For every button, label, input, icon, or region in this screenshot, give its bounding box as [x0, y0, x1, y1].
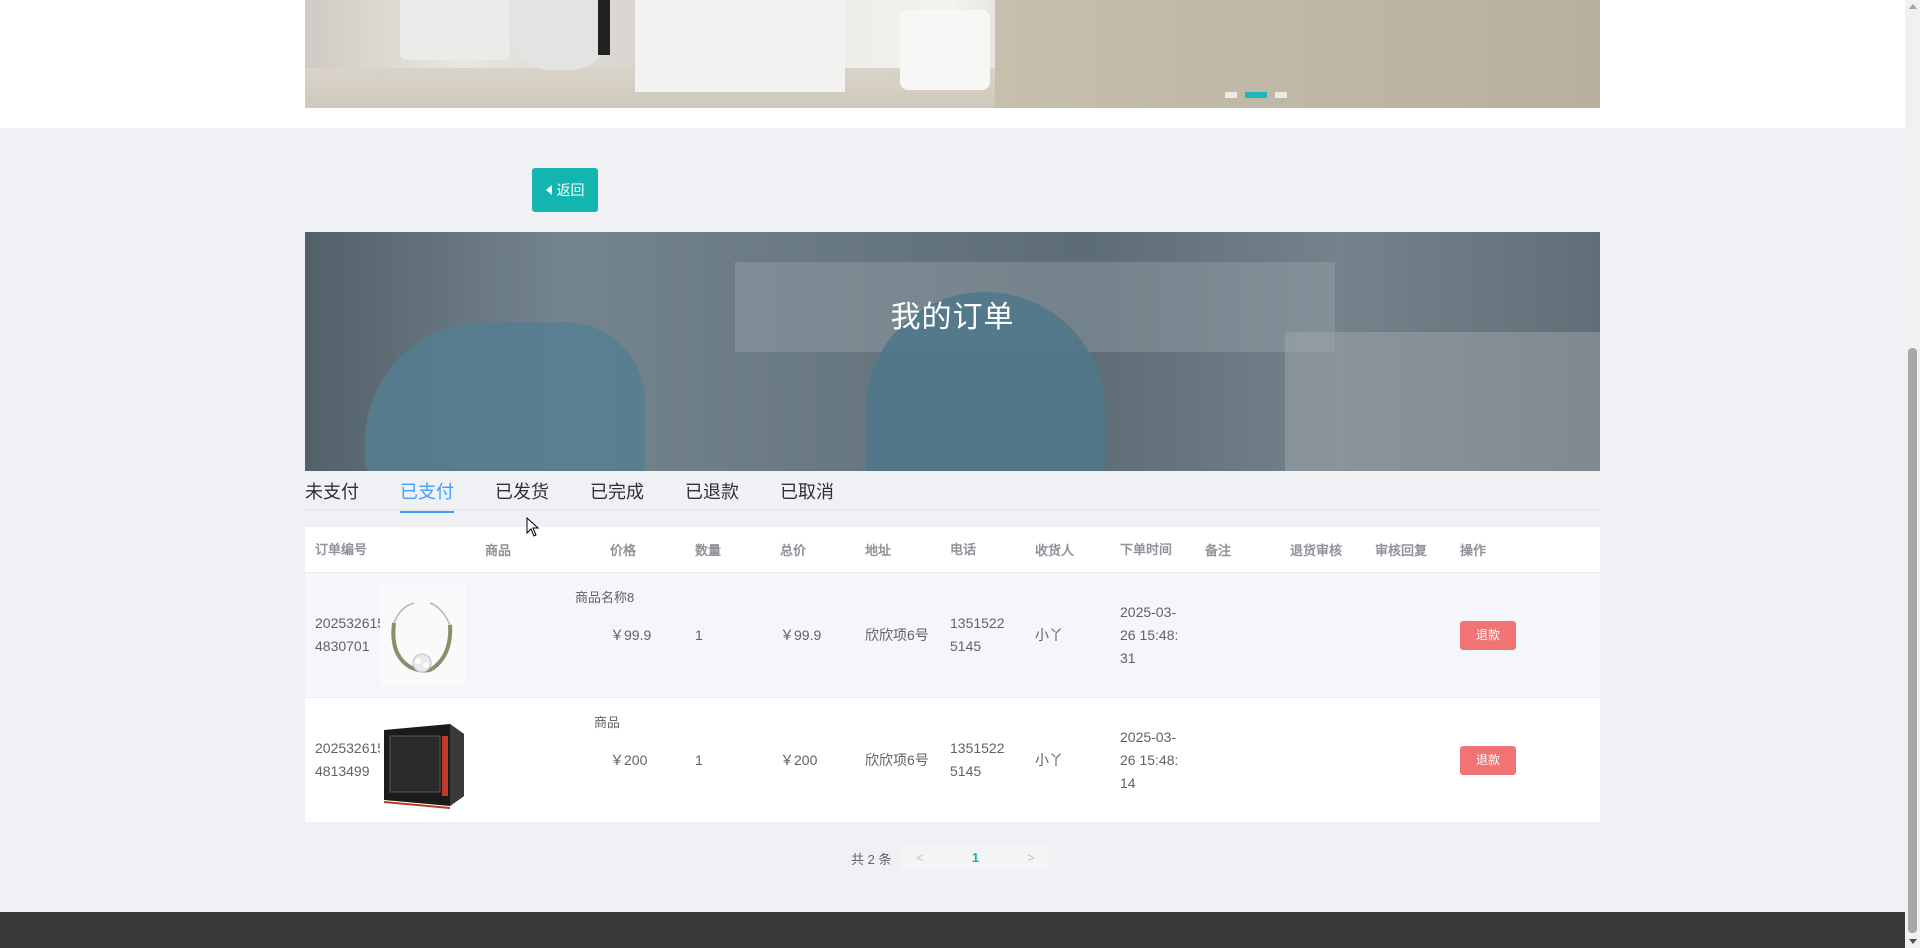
phone: 1351522 5145 — [940, 737, 1025, 783]
refund-button[interactable]: 退款 — [1460, 620, 1516, 650]
order-time-line: 31 — [1120, 649, 1136, 666]
hero-carousel[interactable] — [305, 0, 1600, 108]
prev-page-button[interactable]: < — [901, 846, 939, 870]
carousel-image-appliance — [400, 0, 510, 60]
column-header: 订单编号 — [315, 542, 368, 557]
tab-completed[interactable]: 已完成 — [590, 478, 644, 511]
carousel-dot[interactable] — [1225, 92, 1237, 98]
order-time-line: 26 15:48: — [1120, 751, 1179, 768]
tab-refunded[interactable]: 已退款 — [685, 478, 739, 511]
phone: 1351522 5145 — [940, 612, 1025, 658]
table-row: 202532615 4813499 商品 ￥200 1 ￥200 欣欣项6号 1… — [305, 698, 1600, 823]
carousel-dot[interactable] — [1275, 92, 1287, 98]
receiver: 小丫 — [1035, 752, 1063, 768]
orders-table: 订单编号 商品 价格 数量 总价 地址 电话 收货人 下单时间 备注 退货审核 … — [305, 527, 1600, 823]
goods-thumbnail[interactable] — [380, 709, 466, 810]
scrollbar-thumb[interactable] — [1908, 348, 1917, 933]
order-time: 2025-03- 26 15:48: 14 — [1110, 726, 1195, 795]
goods-name[interactable]: 商品名称8 — [575, 587, 634, 606]
carousel-image-dryer — [635, 0, 845, 92]
pagination: 共 2 条 < 1 > — [851, 846, 1050, 870]
page-number-current[interactable]: 1 — [938, 846, 1013, 870]
table-row: 202532615 4830701 商品名称8 ￥99.9 1 ￥99.9 欣欣… — [305, 573, 1600, 698]
phone-line: 1351522 — [950, 615, 1005, 631]
carousel-image-washer — [510, 0, 610, 70]
column-header: 退货审核 — [1290, 543, 1343, 558]
back-button-label: 返回 — [556, 182, 585, 198]
goods-cell: 商品名称8 — [380, 573, 634, 698]
phone-line: 5145 — [950, 638, 982, 654]
column-header: 下单时间 — [1120, 542, 1173, 557]
actions-cell: 退款 — [1450, 620, 1590, 650]
page-title: 我的订单 — [890, 301, 1015, 334]
address: 欣欣项6号 — [865, 627, 929, 643]
goods-cell: 商品 — [380, 698, 620, 823]
order-status-tabs: 未支付 已支付 已发货 已完成 已退款 已取消 — [305, 478, 1600, 513]
banner-overlay — [305, 232, 1600, 471]
column-header: 商品 — [485, 543, 512, 558]
goods-name[interactable]: 商品 — [594, 712, 620, 731]
quantity: 1 — [695, 627, 703, 643]
next-page-button[interactable]: > — [1012, 846, 1050, 870]
refund-button[interactable]: 退款 — [1460, 745, 1516, 775]
column-header: 地址 — [865, 543, 892, 558]
column-header: 电话 — [950, 542, 977, 557]
microwave-image — [380, 709, 466, 810]
scroll-down-icon[interactable] — [1909, 939, 1917, 944]
scroll-up-icon[interactable] — [1909, 4, 1917, 9]
tab-unpaid[interactable]: 未支付 — [305, 478, 359, 511]
column-header: 备注 — [1205, 543, 1232, 558]
order-time-line: 26 15:48: — [1120, 626, 1179, 643]
pagination-total: 共 2 条 — [851, 851, 892, 867]
bracelet-image — [380, 584, 466, 685]
column-header: 价格 — [610, 543, 637, 558]
actions-cell: 退款 — [1450, 745, 1590, 775]
back-button[interactable]: 返回 — [532, 168, 598, 212]
table-header: 订单编号 商品 价格 数量 总价 地址 电话 收货人 下单时间 备注 退货审核 … — [305, 527, 1600, 573]
caret-left-icon — [545, 185, 552, 195]
orders-banner: 我的订单 — [305, 232, 1600, 471]
column-header: 数量 — [695, 543, 722, 558]
column-header: 总价 — [780, 543, 807, 558]
quantity: 1 — [695, 752, 703, 768]
price: ￥99.9 — [610, 627, 652, 643]
phone-line: 1351522 — [950, 740, 1005, 756]
column-header: 操作 — [1460, 543, 1487, 558]
address: 欣欣项6号 — [865, 752, 929, 768]
order-time-line: 2025-03- — [1120, 603, 1177, 620]
top-band — [0, 0, 1905, 128]
order-time-line: 2025-03- — [1120, 728, 1177, 745]
goods-thumbnail[interactable] — [380, 584, 466, 685]
column-header: 收货人 — [1035, 543, 1075, 558]
tab-shipped[interactable]: 已发货 — [495, 478, 549, 511]
footer — [0, 912, 1905, 948]
price: ￥200 — [610, 752, 648, 768]
carousel-image-post — [598, 0, 610, 55]
order-time: 2025-03- 26 15:48: 31 — [1110, 601, 1195, 670]
phone-line: 5145 — [950, 763, 982, 779]
mouse-cursor-icon — [526, 517, 540, 537]
total-price: ￥200 — [780, 752, 818, 768]
tab-cancelled[interactable]: 已取消 — [780, 478, 834, 511]
order-time-line: 14 — [1120, 774, 1136, 791]
carousel-dot-active[interactable] — [1245, 92, 1267, 98]
carousel-image-cabinet — [995, 0, 1600, 108]
tab-paid[interactable]: 已支付 — [400, 478, 454, 513]
carousel-indicators — [1225, 92, 1287, 98]
carousel-image-device — [900, 10, 990, 90]
total-price: ￥99.9 — [780, 627, 822, 643]
column-header: 审核回复 — [1375, 543, 1428, 558]
page-scrollbar[interactable] — [1905, 0, 1920, 948]
receiver: 小丫 — [1035, 627, 1063, 643]
